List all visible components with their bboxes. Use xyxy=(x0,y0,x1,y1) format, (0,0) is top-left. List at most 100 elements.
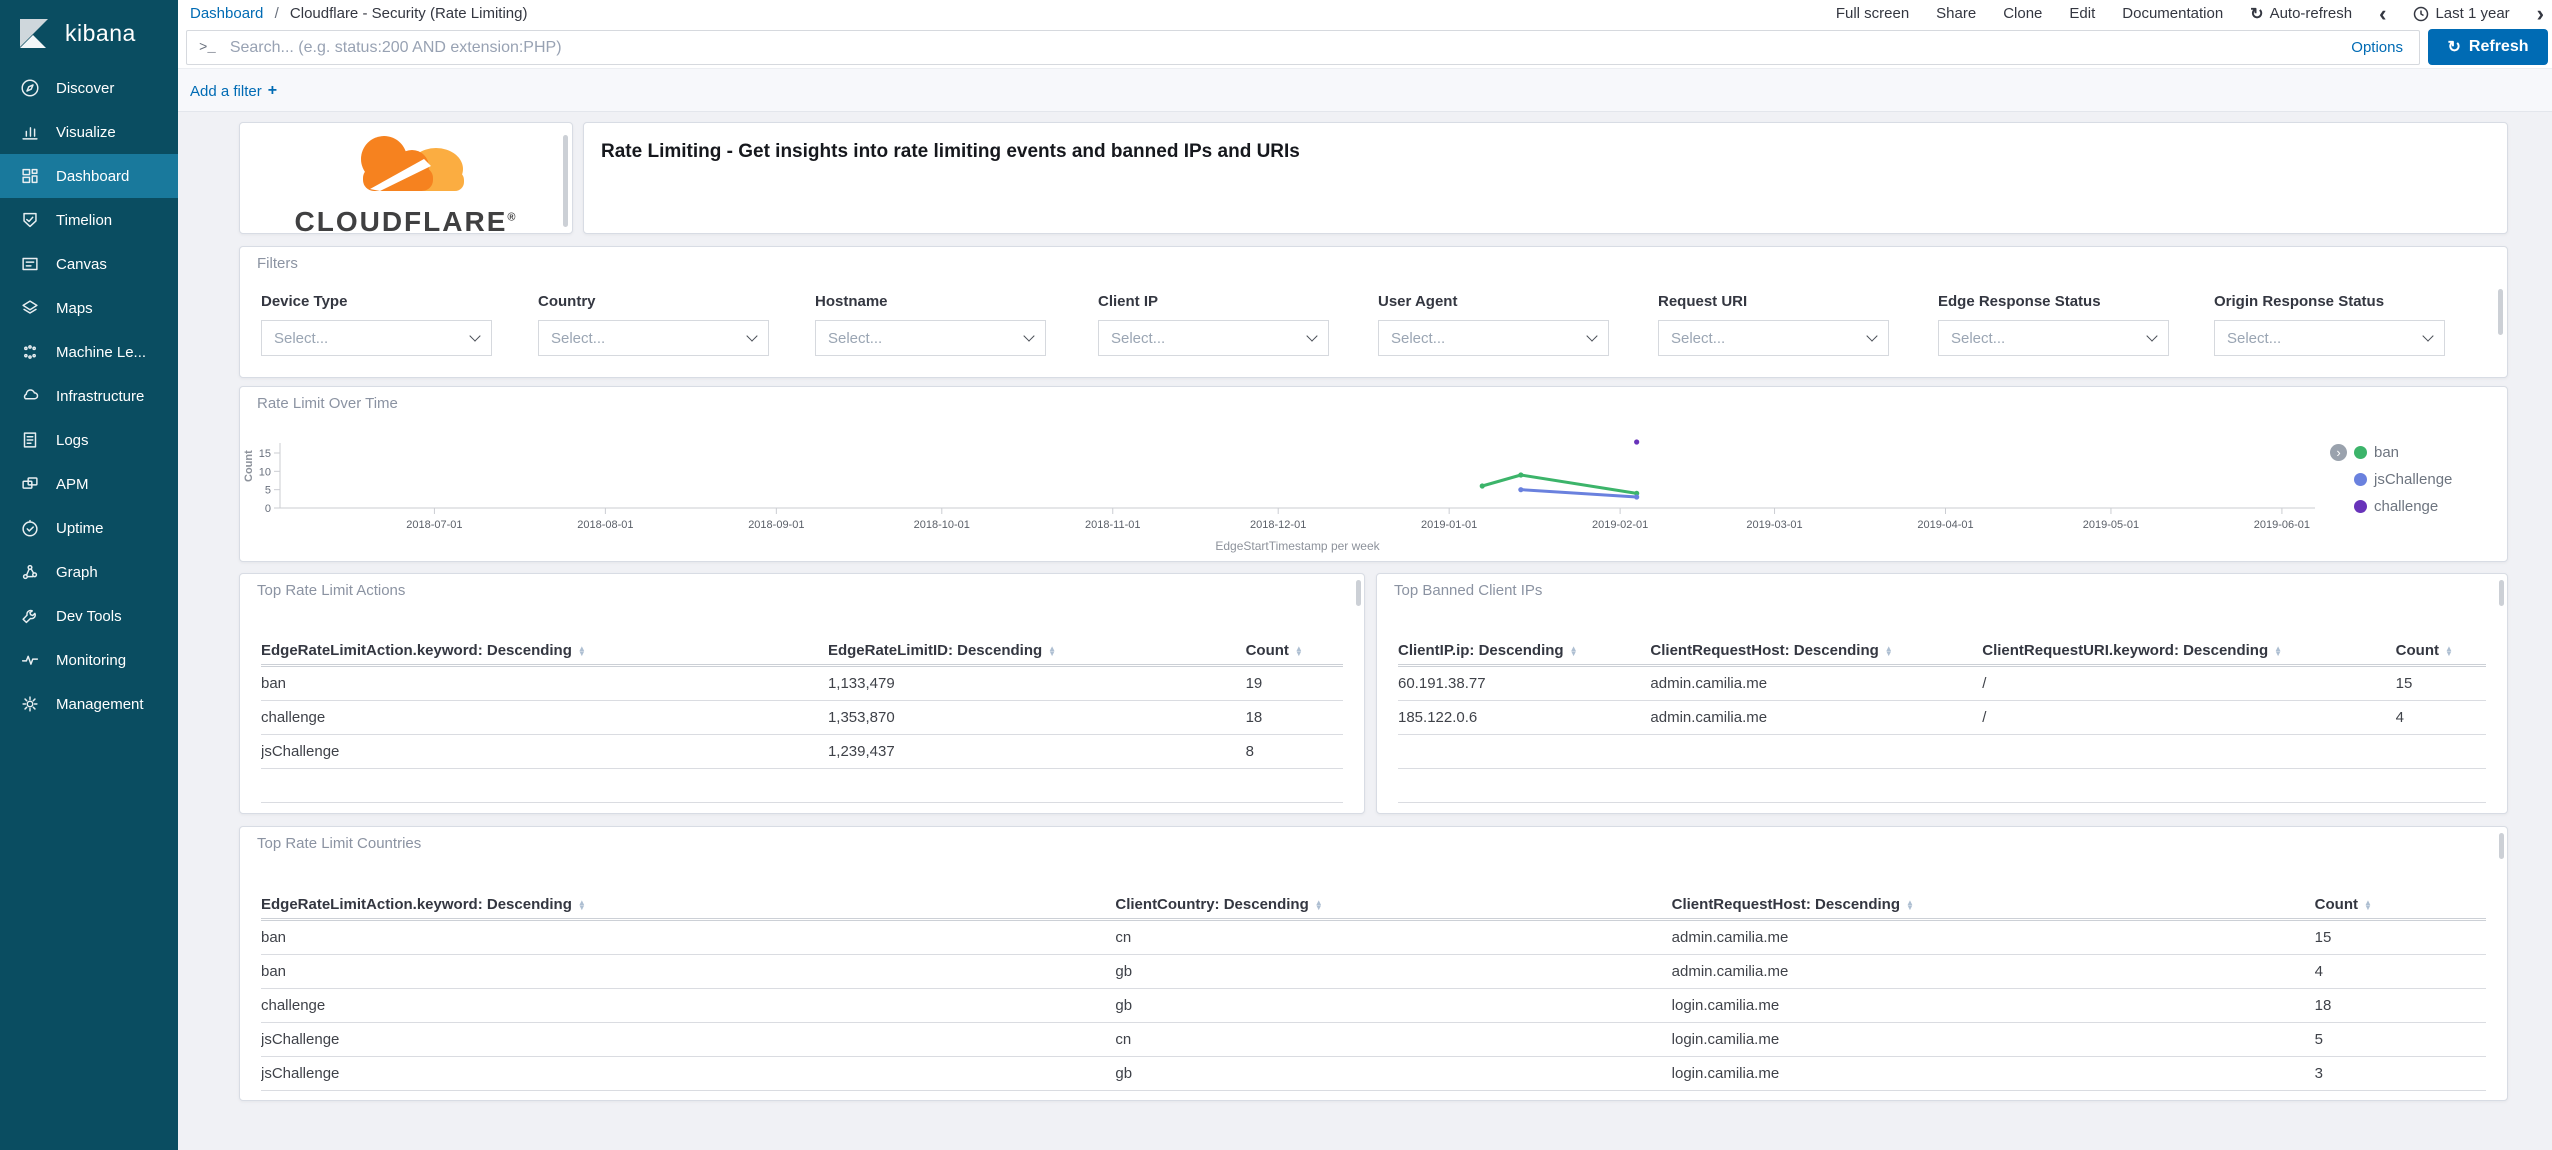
time-forward-chevron-icon[interactable]: › xyxy=(2537,2,2544,25)
panel-scrollbar[interactable] xyxy=(2498,289,2503,335)
options-link[interactable]: Options xyxy=(2351,39,2403,56)
table-row: jsChallenge cn login.camilia.me 5 xyxy=(261,1023,2486,1057)
legend-label[interactable]: jsChallenge xyxy=(2374,471,2452,488)
sidebar-item-infrastructure[interactable]: Infrastructure xyxy=(0,374,178,418)
filter-select-user-agent[interactable]: Select... xyxy=(1378,320,1609,356)
top-menu-items: Full screen Share Clone Edit Documentation xyxy=(1836,5,2223,22)
filter-select-device-type[interactable]: Select... xyxy=(261,320,492,356)
table-empty-row xyxy=(1398,769,2486,803)
column-header-clientrequesthost[interactable]: ClientRequestHost: Descending ▲ ▼ xyxy=(1650,642,1982,659)
legend-label[interactable]: challenge xyxy=(2374,498,2438,515)
column-header-count[interactable]: Count ▲ ▼ xyxy=(2315,896,2486,913)
filter-label: User Agent xyxy=(1378,293,1458,310)
column-header-count[interactable]: Count ▲ ▼ xyxy=(1246,642,1343,659)
search-input-box[interactable]: >_ Options xyxy=(186,30,2420,65)
filter-field-origin-response-status: Origin Response Status Select... xyxy=(2214,293,2445,356)
search-input[interactable] xyxy=(229,38,2352,57)
table-cell: admin.camilia.me xyxy=(1671,963,1789,980)
table-cell: login.camilia.me xyxy=(1671,1031,1780,1048)
svg-text:2018-07-01: 2018-07-01 xyxy=(406,519,462,531)
top-bar: Dashboard / Cloudflare - Security (Rate … xyxy=(178,0,2552,27)
menu-edit[interactable]: Edit xyxy=(2069,5,2095,22)
table-cell: 15 xyxy=(2395,675,2413,692)
filter-select-client-ip[interactable]: Select... xyxy=(1098,320,1329,356)
sidebar-item-label: Maps xyxy=(56,299,93,317)
legend-color-dot xyxy=(2354,499,2367,513)
rate-limit-over-time-chart: 0 5 10 15 2018-07-01 2018-08-01 2018-09-01 2018… xyxy=(243,439,2315,553)
sort-icon: ▲ ▼ xyxy=(2445,643,2453,658)
filter-select-edge-response-status[interactable]: Select... xyxy=(1938,320,2169,356)
sidebar-item-label: Timelion xyxy=(56,211,113,229)
filter-select-origin-response-status[interactable]: Select... xyxy=(2214,320,2445,356)
svg-text:2019-01-01: 2019-01-01 xyxy=(1421,519,1477,531)
table-cell: ban xyxy=(261,675,287,692)
sidebar-item-discover[interactable]: Discover xyxy=(0,66,178,110)
legend-item-ban: › ban xyxy=(2330,441,2452,463)
rate-limit-chart-panel: Rate Limit Over Time 0 5 10 15 2018-07-01 201… xyxy=(239,386,2508,562)
table-empty-row xyxy=(1398,735,2486,769)
column-header-count[interactable]: Count ▲ ▼ xyxy=(2396,642,2486,659)
menu-documentation[interactable]: Documentation xyxy=(2122,5,2223,22)
table-row: ban cn admin.camilia.me 15 xyxy=(261,921,2486,955)
legend-item-jschallenge: jsChallenge xyxy=(2354,468,2452,490)
sort-icon: ▲ ▼ xyxy=(1906,897,1914,912)
panel-title: Top Rate Limit Actions xyxy=(257,582,406,599)
time-range-picker[interactable]: Last 1 year xyxy=(2413,5,2510,22)
sidebar-item-uptime[interactable]: Uptime xyxy=(0,506,178,550)
chevron-down-icon xyxy=(1866,330,1878,342)
legend-label[interactable]: ban xyxy=(2374,444,2399,461)
add-filter-link[interactable]: Add a filter + xyxy=(190,69,277,113)
auto-refresh-button[interactable]: ↻ Auto-refresh xyxy=(2250,4,2352,24)
filter-select-country[interactable]: Select... xyxy=(538,320,769,356)
legend-expand-icon[interactable]: › xyxy=(2330,443,2347,461)
maps-icon xyxy=(19,297,41,319)
column-header-clientcountry[interactable]: ClientCountry: Descending ▲ ▼ xyxy=(1115,896,1671,913)
filter-select-request-uri[interactable]: Select... xyxy=(1658,320,1889,356)
sidebar-item-maps[interactable]: Maps xyxy=(0,286,178,330)
sidebar-item-logs[interactable]: Logs xyxy=(0,418,178,462)
sidebar-item-visualize[interactable]: Visualize xyxy=(0,110,178,154)
sidebar-item-monitoring[interactable]: Monitoring xyxy=(0,638,178,682)
filter-select-hostname[interactable]: Select... xyxy=(815,320,1046,356)
menu-full-screen[interactable]: Full screen xyxy=(1836,5,1909,22)
discover-icon xyxy=(19,77,41,99)
sidebar-item-apm[interactable]: APM xyxy=(0,462,178,506)
breadcrumb-dashboard-link[interactable]: Dashboard xyxy=(190,5,263,22)
cloudflare-logo: CLOUDFLARE® xyxy=(240,127,572,238)
menu-share[interactable]: Share xyxy=(1936,5,1976,22)
sidebar-item-management[interactable]: Management xyxy=(0,682,178,726)
time-back-chevron-icon[interactable]: ‹ xyxy=(2379,2,2386,25)
sidebar-item-timelion[interactable]: Timelion xyxy=(0,198,178,242)
panel-scrollbar[interactable] xyxy=(563,135,568,227)
menu-clone[interactable]: Clone xyxy=(2003,5,2042,22)
column-header-edgeratelimitaction-keyword[interactable]: EdgeRateLimitAction.keyword: Descending ▲… xyxy=(261,642,828,659)
sidebar-item-label: Visualize xyxy=(56,123,116,141)
svg-text:2018-09-01: 2018-09-01 xyxy=(748,519,804,531)
registered-mark: ® xyxy=(507,211,518,224)
table-row: ban gb admin.camilia.me 4 xyxy=(261,955,2486,989)
column-header-clientrequesturi-keyword[interactable]: ClientRequestURI.keyword: Descending ▲ ▼ xyxy=(1982,642,2395,659)
svg-text:0: 0 xyxy=(265,503,271,515)
sidebar-item-canvas[interactable]: Canvas xyxy=(0,242,178,286)
sidebar-item-label: Graph xyxy=(56,563,98,581)
column-header-clientip-ip[interactable]: ClientIP.ip: Descending ▲ ▼ xyxy=(1398,642,1650,659)
cloudflare-logo-panel: CLOUDFLARE® xyxy=(239,122,573,237)
column-header-clientrequesthost[interactable]: ClientRequestHost: Descending ▲ ▼ xyxy=(1672,896,2315,913)
refresh-button[interactable]: ↻ Refresh xyxy=(2428,29,2548,65)
sidebar-item-graph[interactable]: Graph xyxy=(0,550,178,594)
column-header-edgeratelimitid[interactable]: EdgeRateLimitID: Descending ▲ ▼ xyxy=(828,642,1246,659)
panel-title: Top Banned Client IPs xyxy=(1394,582,1543,599)
auto-refresh-icon: ↻ xyxy=(2250,5,2264,23)
panel-scrollbar[interactable] xyxy=(1356,580,1361,606)
filter-label: Client IP xyxy=(1098,293,1159,310)
sort-icon: ▲ ▼ xyxy=(1884,643,1893,658)
table-cell: challenge xyxy=(261,709,326,726)
panel-scrollbar[interactable] xyxy=(2499,833,2504,859)
sidebar-item-dashboard[interactable]: Dashboard xyxy=(0,154,178,198)
sidebar: kibana Discover Visualize Dashboard Timelio… xyxy=(0,0,178,1150)
sidebar-item-machine-le[interactable]: Machine Le... xyxy=(0,330,178,374)
kibana-logo[interactable]: kibana xyxy=(0,0,178,66)
sidebar-item-dev-tools[interactable]: Dev Tools xyxy=(0,594,178,638)
panel-scrollbar[interactable] xyxy=(2499,580,2504,606)
column-header-edgeratelimitaction-keyword[interactable]: EdgeRateLimitAction.keyword: Descending ▲… xyxy=(261,896,1115,913)
